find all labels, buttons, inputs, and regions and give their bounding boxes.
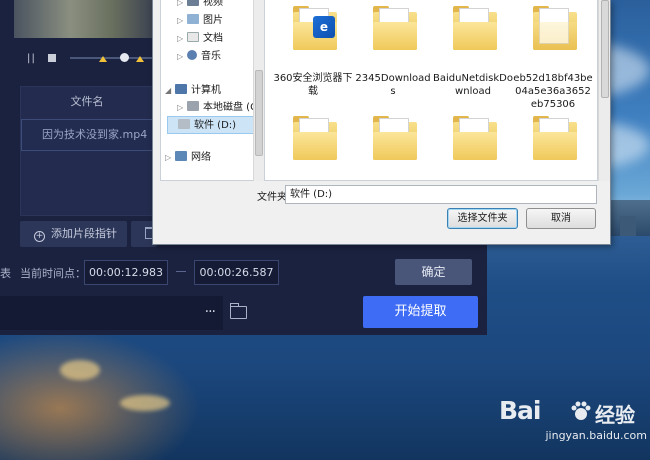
select-folder-button[interactable]: 选择文件夹 — [447, 208, 518, 229]
watermark: Bai 经验 jingyan.baidu.com — [497, 396, 647, 456]
drive-icon — [178, 119, 190, 129]
network-icon — [175, 151, 187, 161]
folder-icon — [453, 6, 497, 50]
computer-icon — [175, 84, 187, 94]
start-extract-button[interactable]: 开始提取 — [363, 296, 478, 328]
nav-item-documents[interactable]: ▷ 文档 — [177, 30, 223, 48]
light-reflection — [60, 360, 100, 380]
output-row: ··· 开始提取 — [0, 296, 487, 335]
confirm-button[interactable]: 确定 — [395, 259, 472, 285]
nav-item-computer[interactable]: ◢ 计算机 — [165, 82, 221, 100]
browser-app-icon: e — [313, 16, 335, 38]
nav-item-pictures[interactable]: ▷ 图片 — [177, 12, 223, 30]
paw-logo-icon — [571, 401, 591, 420]
end-marker-icon[interactable] — [136, 56, 144, 62]
truncated-label: 表 — [0, 267, 11, 280]
collapse-arrow-icon[interactable]: ◢ — [165, 82, 175, 100]
music-library-icon — [187, 50, 197, 60]
folder-name-input[interactable]: 软件 (D:) — [285, 185, 597, 204]
expand-arrow-icon[interactable]: ▷ — [177, 12, 187, 30]
navigation-pane: ▷ 视频 ▷ 图片 ▷ 文档 ▷ 音乐 ◢ 计算机 ▷ 本地磁盘 (C:) 软件 (D:) … — [160, 0, 264, 181]
folder-view: e 360安全浏览器下载 2345Downloads BaiduNetdiskD… — [264, 0, 598, 181]
playhead-handle[interactable] — [120, 53, 129, 62]
video-library-icon — [187, 0, 199, 6]
folder-item[interactable] — [353, 116, 433, 180]
folder-item[interactable] — [513, 116, 593, 180]
folder-icon — [293, 116, 337, 160]
expand-arrow-icon[interactable]: ▷ — [177, 99, 187, 117]
folder-item[interactable] — [433, 116, 513, 180]
add-marker-button[interactable]: + 添加片段指针 — [20, 221, 127, 247]
drive-icon — [187, 101, 199, 111]
folder-picker-dialog: ▷ 视频 ▷ 图片 ▷ 文档 ▷ 音乐 ◢ 计算机 ▷ 本地磁盘 (C:) 软件 (D:) … — [152, 0, 611, 245]
current-time-label: 当前时间点： — [20, 267, 86, 280]
expand-arrow-icon[interactable]: ▷ — [177, 48, 187, 66]
folder-item[interactable]: BaiduNetdiskDownload — [433, 0, 513, 110]
document-library-icon — [187, 32, 199, 42]
folder-icon — [533, 116, 577, 160]
expand-arrow-icon[interactable]: ▷ — [177, 0, 187, 12]
folder-icon[interactable] — [230, 303, 247, 319]
nav-item-drive-c[interactable]: ▷ 本地磁盘 (C:) — [177, 99, 264, 117]
folder-icon — [453, 116, 497, 160]
nav-item-drive-d[interactable]: 软件 (D:) — [167, 116, 257, 134]
player-controls: | | — [0, 42, 160, 70]
add-marker-label: 添加片段指针 — [51, 227, 117, 240]
file-list-item[interactable]: 因为技术没到家.mp4 — [21, 119, 153, 151]
folder-icon — [373, 6, 417, 50]
folder-icon — [533, 6, 577, 50]
navigation-scrollbar[interactable] — [253, 0, 264, 181]
expand-arrow-icon[interactable]: ▷ — [165, 149, 175, 167]
light-reflection — [120, 395, 170, 411]
folder-name-row: 文件夹: 软件 (D:) — [257, 185, 597, 205]
start-marker-icon[interactable] — [99, 56, 107, 62]
end-time-field[interactable]: 00:00:26.587 — [194, 260, 279, 285]
start-time-field[interactable]: 00:00:12.983 — [84, 260, 168, 285]
scrollbar-thumb[interactable] — [601, 0, 609, 98]
file-list-panel: 文件名 因为技术没到家.mp4 — [20, 86, 154, 216]
stop-icon[interactable] — [48, 54, 56, 62]
plus-icon: + — [34, 231, 45, 242]
output-path-field[interactable]: ··· — [0, 296, 223, 330]
watermark-brand-suffix: 经验 — [595, 403, 635, 427]
folder-icon: e — [293, 6, 337, 50]
range-separator — [176, 271, 186, 272]
video-preview — [14, 0, 154, 38]
watermark-brand: Bai — [499, 396, 541, 425]
picture-library-icon — [187, 14, 199, 24]
folder-item[interactable]: 2345Downloads — [353, 0, 433, 110]
folder-item[interactable]: e 360安全浏览器下载 — [273, 0, 353, 110]
nav-item-videos[interactable]: ▷ 视频 — [177, 0, 223, 12]
folder-view-scrollbar[interactable] — [598, 0, 610, 181]
more-icon[interactable]: ··· — [205, 304, 216, 320]
folder-item[interactable] — [273, 116, 353, 180]
water-reflection — [0, 330, 200, 460]
folder-item[interactable]: eb52d18bf43be04a5e36a3652eb75306 — [513, 0, 593, 110]
nav-item-network[interactable]: ▷ 网络 — [165, 149, 211, 167]
watermark-url: jingyan.baidu.com — [545, 429, 647, 442]
file-list-header: 文件名 — [70, 95, 104, 108]
cancel-button[interactable]: 取消 — [526, 208, 596, 229]
folder-icon — [373, 116, 417, 160]
scrollbar-thumb[interactable] — [255, 70, 263, 156]
nav-item-music[interactable]: ▷ 音乐 — [177, 48, 221, 66]
pause-icon[interactable]: | | — [27, 53, 35, 64]
expand-arrow-icon[interactable]: ▷ — [177, 30, 187, 48]
